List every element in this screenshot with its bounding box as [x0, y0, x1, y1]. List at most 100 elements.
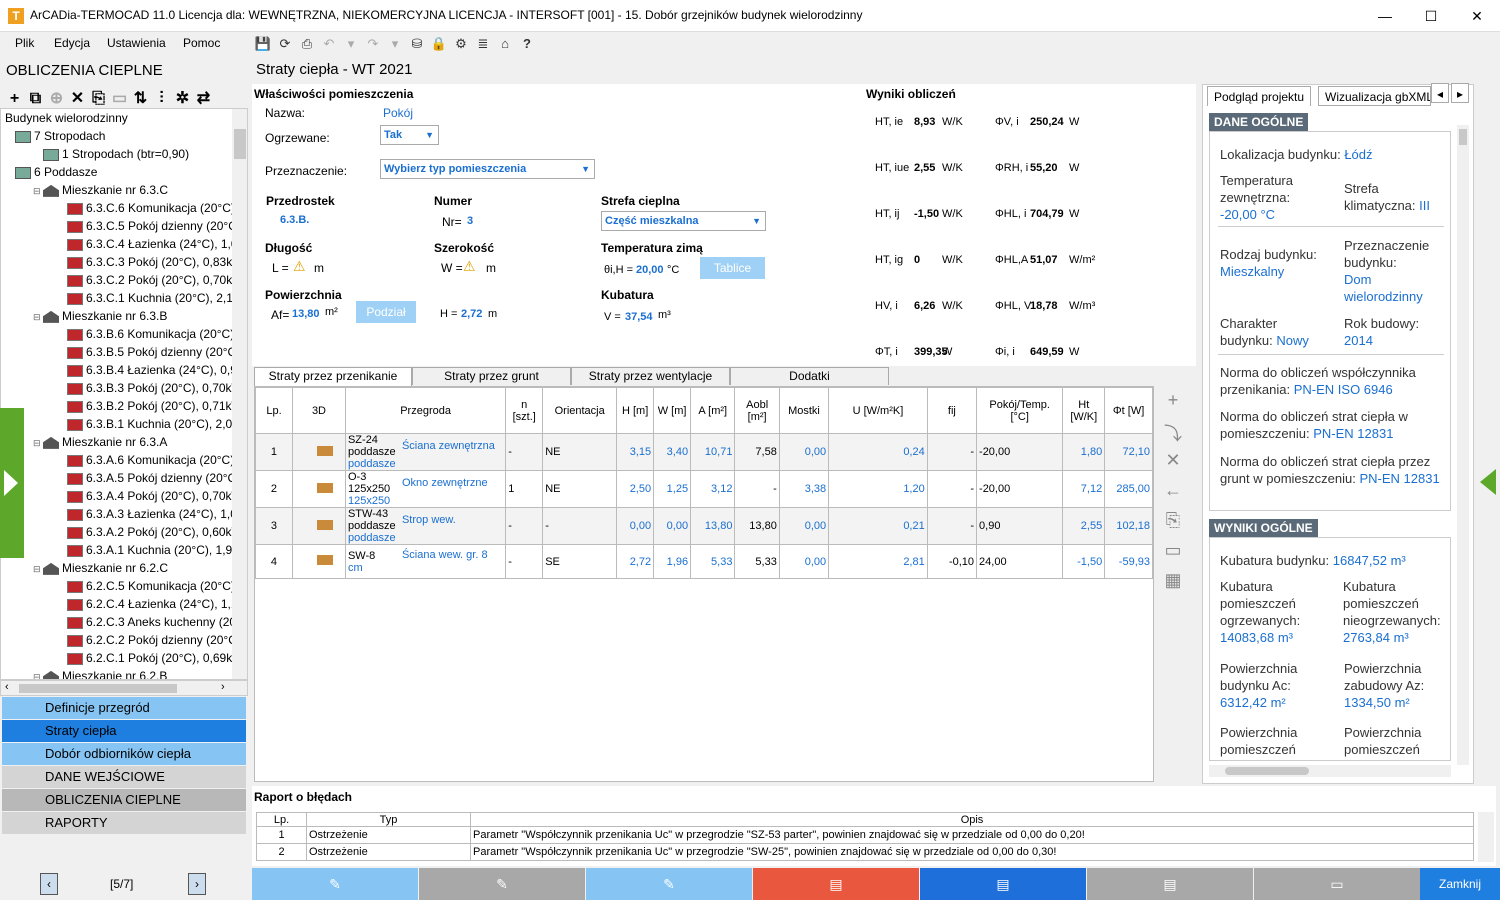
add-icon[interactable]: +	[4, 90, 25, 108]
table-cell[interactable]: 1,96	[653, 544, 692, 579]
tree-item-room[interactable]: 6.3.B.3 Pokój (20°C), 0,70kW	[57, 379, 243, 397]
table-cell[interactable]: 0,00	[778, 507, 830, 545]
table-cell[interactable]: -	[926, 433, 978, 471]
table-cell[interactable]: 13,80	[690, 507, 736, 545]
report-sheet-icon[interactable]: ▤	[1087, 868, 1253, 900]
tab-scroll-right-icon[interactable]: ▸	[1451, 83, 1469, 103]
delete-row-icon[interactable]: ✕	[1160, 450, 1186, 480]
table-row[interactable]: 4 SW-8 Ściana wew. gr. 8 cm - SE 2,72 1,96 5,33…	[255, 544, 1153, 579]
edit-doc-icon[interactable]: ✎	[586, 868, 752, 900]
collapse-icon[interactable]: ⊟	[33, 182, 43, 200]
tree-item-floor[interactable]: 7 Stropodach	[15, 127, 105, 145]
magic-icon[interactable]: ✲	[172, 88, 193, 108]
table-cell[interactable]: 2,81	[828, 544, 928, 579]
pager-prev-button[interactable]: ‹	[40, 873, 58, 895]
tree-item-apartment[interactable]: ⊟ Mieszkanie nr 6.3.A	[33, 433, 167, 451]
report-vscrollbar[interactable]	[1478, 812, 1494, 862]
table-cell[interactable]: 102,18	[1104, 507, 1153, 545]
add-row-icon[interactable]: +	[1160, 390, 1186, 420]
edit-doc-icon[interactable]: ✎	[252, 868, 418, 900]
report-row[interactable]: 1 Ostrzeżenie Parametr "Współczynnik przen…	[256, 826, 1474, 844]
redo-icon[interactable]: ↷	[362, 34, 384, 54]
tab-scroll-left-icon[interactable]: ◂	[1431, 83, 1449, 103]
table-cell[interactable]: 0,90	[976, 507, 1064, 545]
copy-icon[interactable]: ⎘	[88, 90, 109, 108]
table-cell[interactable]: -	[505, 433, 544, 471]
table-cell[interactable]: NE	[542, 433, 618, 471]
undo-dropdown-icon[interactable]: ▾	[340, 34, 362, 54]
table-cell[interactable]: 1,20	[828, 470, 928, 508]
table-cell-przegroda[interactable]: SW-8 Ściana wew. gr. 8 cm	[344, 544, 507, 579]
settings-icon[interactable]: ⚙	[450, 34, 472, 54]
table-cell[interactable]: -20,00	[976, 433, 1064, 471]
table-cell[interactable]: 2,72	[616, 544, 655, 579]
table-cell[interactable]: -20,00	[976, 470, 1064, 508]
table-cell[interactable]: 3,15	[616, 433, 655, 471]
tree-item-room[interactable]: 6.2.C.1 Pokój (20°C), 0,69kV	[57, 649, 240, 667]
tree-item-room[interactable]: 6.3.B.6 Komunikacja (20°C),	[57, 325, 238, 343]
table-cell[interactable]: 13,80	[734, 507, 780, 545]
close-button[interactable]: ✕	[1454, 0, 1500, 32]
refresh-icon[interactable]: ⟳	[274, 34, 296, 54]
przedrostek-value[interactable]: 6.3.B.	[280, 214, 309, 226]
nav-dane-wejsciowe[interactable]: DANE WEJŚCIOWE	[2, 766, 246, 788]
maximize-button[interactable]: ☐	[1408, 0, 1454, 32]
help-icon[interactable]: ?	[516, 34, 538, 54]
table-cell[interactable]: -	[505, 544, 544, 579]
table-cell[interactable]: 2,50	[616, 470, 655, 508]
tab-podglad-projektu[interactable]: Podgląd projektu	[1207, 86, 1312, 106]
tree-item-room[interactable]: 6.3.C.2 Pokój (20°C), 0,70kV	[57, 271, 240, 289]
preview-hscrollbar[interactable]	[1209, 765, 1451, 777]
table-cell[interactable]: -0,10	[926, 544, 978, 579]
tree-item-room[interactable]: 6.3.A.3 Łazienka (24°C), 1,03	[57, 505, 244, 523]
paste-row-icon[interactable]: ▭	[1160, 540, 1186, 570]
tree-vscrollbar[interactable]	[232, 109, 247, 679]
nr-value[interactable]: 3	[467, 215, 473, 227]
tab-wentylacje[interactable]: Straty przez wentylacje	[571, 367, 730, 385]
af-value[interactable]: 13,80	[292, 308, 320, 320]
tree-item-room[interactable]: 6.3.A.6 Komunikacja (20°C)	[57, 451, 234, 469]
sync-icon[interactable]: ⇄	[193, 88, 214, 108]
table-cell[interactable]: 285,00	[1104, 470, 1153, 508]
tree-item-room[interactable]: 6.2.C.4 Łazienka (24°C), 1,1	[57, 595, 238, 613]
tree-item-apartment[interactable]: ⊟ Mieszkanie nr 6.2.C	[33, 559, 168, 577]
tree-item-floor[interactable]: 6 Poddasze	[15, 163, 97, 181]
tree-item-room[interactable]: 6.3.C.4 Łazienka (24°C), 1,06	[57, 235, 244, 253]
nav-obliczenia-cieplne[interactable]: OBLICZENIA CIEPLNE	[2, 789, 246, 811]
menu-ustawienia[interactable]: Ustawienia	[107, 36, 166, 50]
table-cell[interactable]: 7,12	[1062, 470, 1106, 508]
table-row[interactable]: 2 O-3 125x250Okno zewnętrzne 125x250 1 NE 2,…	[255, 470, 1153, 508]
table-cell[interactable]: -1,50	[1062, 544, 1106, 579]
lock-icon[interactable]: 🔒	[428, 34, 450, 54]
document-icon[interactable]: ▭	[1254, 868, 1420, 900]
table-cell[interactable]: NE	[542, 470, 618, 508]
table-cell[interactable]: 3,12	[690, 470, 736, 508]
tree-item-room[interactable]: 6.2.C.2 Pokój dzienny (20°C	[57, 631, 237, 649]
table-cell[interactable]: 2,55	[1062, 507, 1106, 545]
table-cell[interactable]: 72,10	[1104, 433, 1153, 471]
paste-icon[interactable]: ▭	[109, 88, 130, 108]
table-cell[interactable]: 1,25	[653, 470, 692, 508]
redo-dropdown-icon[interactable]: ▾	[384, 34, 406, 54]
tree-item-apartment[interactable]: ⊟ Mieszkanie nr 6.3.C	[33, 181, 168, 199]
table-cell[interactable]: 0,21	[828, 507, 928, 545]
tree-item-room[interactable]: 6.3.B.5 Pokój dzienny (20°C	[57, 343, 236, 361]
minimize-button[interactable]: —	[1362, 0, 1408, 32]
tree-item-room[interactable]: 6.3.A.5 Pokój dzienny (20°C	[57, 469, 236, 487]
preview-vscrollbar[interactable]	[1457, 125, 1469, 765]
tab-przenikanie[interactable]: Straty przez przenikanie	[254, 367, 412, 386]
move-row-icon[interactable]: ←	[1160, 480, 1186, 510]
table-cell[interactable]: 7,58	[734, 433, 780, 471]
table-cell[interactable]: -	[505, 507, 544, 545]
table-cell[interactable]: 0,00	[778, 544, 830, 579]
nav-definicje-przegrod[interactable]: Definicje przegród	[2, 697, 246, 719]
collapse-icon[interactable]: ⊟	[33, 308, 43, 326]
add-copy-icon[interactable]: ⧉	[25, 90, 46, 108]
tree-item-room[interactable]: 6.3.C.6 Komunikacja (20°C)	[57, 199, 235, 217]
table-cell[interactable]: 3,40	[653, 433, 692, 471]
podzial-button[interactable]: Podział	[356, 301, 416, 323]
table-cell-przegroda[interactable]: O-3 125x250Okno zewnętrzne 125x250	[344, 470, 507, 508]
database-icon[interactable]: ⛁	[406, 34, 428, 54]
pager-next-button[interactable]: ›	[188, 873, 206, 895]
tree-item-room[interactable]: 6.2.C.3 Aneks kuchenny (20	[57, 613, 236, 631]
